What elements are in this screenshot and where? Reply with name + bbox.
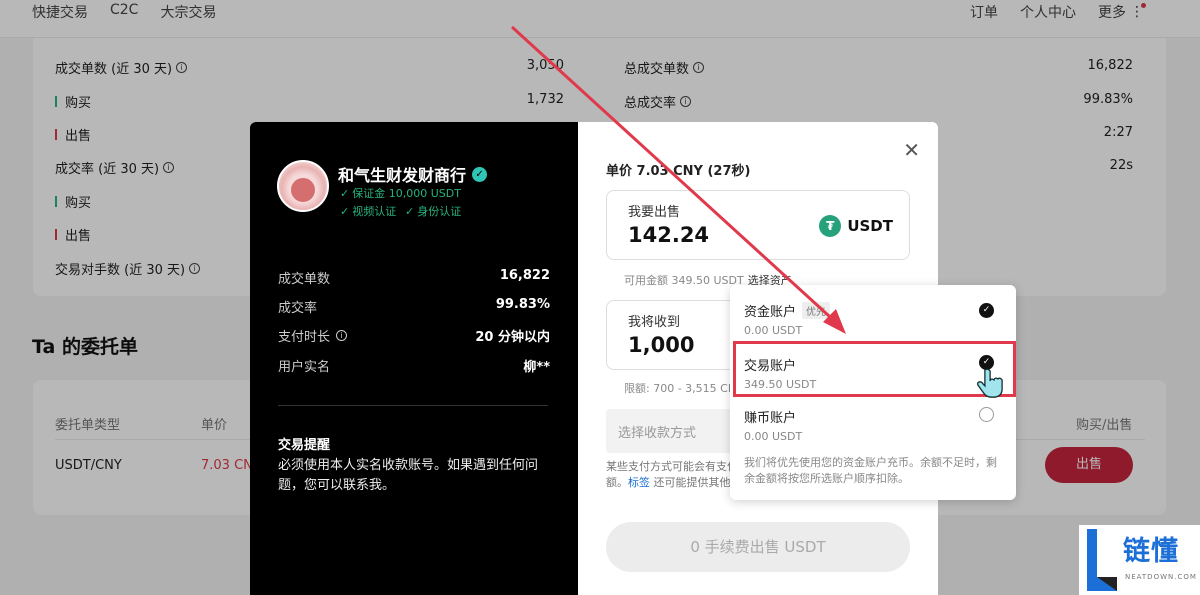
video-auth-text: 视频认证	[352, 205, 397, 218]
reminder-title: 交易提醒	[278, 438, 331, 453]
account-name: 资金账户	[744, 305, 797, 320]
check-icon: ✓	[405, 205, 415, 218]
sell-amount-input[interactable]: 我要出售 142.24 ₮ USDT	[606, 190, 910, 260]
watermark-sub: NEATDOWN.COM	[1125, 573, 1197, 581]
close-icon[interactable]: ✕	[903, 138, 920, 162]
merchant-name: 和气生财发财商行	[338, 166, 467, 185]
check-icon: ✓	[340, 205, 350, 218]
merchant-avatar	[277, 160, 329, 212]
check-icon: ✓	[340, 187, 350, 200]
receive-amount-value[interactable]: 1,000	[628, 333, 694, 357]
id-auth-text: 身份认证	[417, 205, 462, 218]
payment-tag-link[interactable]: 标签	[628, 476, 650, 489]
checked-icon[interactable]: ✓	[979, 303, 994, 318]
video-auth-tag: ✓ 视频认证	[340, 203, 396, 219]
watermark: 链懂 NEATDOWN.COM	[1079, 525, 1200, 595]
merchant-stat-value: 柳**	[523, 360, 550, 375]
payment-note-text: 额。	[606, 476, 628, 489]
sell-currency-label: USDT	[847, 217, 893, 235]
watermark-text: 链懂	[1123, 536, 1179, 567]
merchant-stat-label: 成交率	[278, 301, 318, 316]
payment-note-text: 某些支付方式可能会有支付	[606, 460, 738, 473]
unit-price: 单价 7.03 CNY (27秒)	[606, 164, 751, 179]
account-balance: 0.00 USDT	[744, 324, 803, 337]
account-option-funding[interactable]: 资金账户 优先 0.00 USDT	[744, 301, 831, 337]
receive-amount-label: 我将收到	[628, 315, 681, 330]
sell-currency: ₮ USDT	[819, 215, 893, 237]
payment-note-text: 还可能提供其他	[653, 476, 731, 489]
divider	[278, 405, 548, 406]
priority-badge: 优先	[802, 302, 831, 319]
reminder-text: 必须使用本人实名收款账号。如果遇到任何问题，您可以联系我。	[278, 458, 539, 493]
deposit-text: 保证金 10,000 USDT	[352, 187, 461, 200]
merchant-panel: 和气生财发财商行 ✓ ✓ 保证金 10,000 USDT ✓ 视频认证 ✓ 身份认证 …	[250, 122, 578, 595]
merchant-stat-label: 用户实名	[278, 360, 331, 375]
merchant-stat-value: 99.83%	[495, 297, 550, 312]
account-balance: 0.00 USDT	[744, 430, 803, 443]
sell-amount-label: 我要出售	[628, 205, 681, 220]
merchant-stat-label: 支付时长	[278, 330, 331, 345]
highlight-box	[733, 341, 1016, 397]
merchant-stat-value: 20 分钟以内	[475, 330, 550, 345]
merchant-name-row: 和气生财发财商行 ✓	[338, 162, 488, 186]
id-auth-tag: ✓ 身份认证	[405, 203, 461, 219]
logo-icon	[1087, 529, 1117, 591]
submit-sell-button[interactable]: 0 手续费出售 USDT	[606, 522, 910, 572]
info-icon[interactable]: i	[336, 330, 348, 341]
account-option-earn[interactable]: 赚币账户 0.00 USDT	[744, 407, 802, 443]
usdt-icon: ₮	[819, 215, 842, 237]
dropdown-note: 我们将优先使用您的资金账户充币。余额不足时，剩余金额将按您所选账户顺序扣除。	[744, 456, 997, 485]
unchecked-icon[interactable]	[979, 407, 994, 422]
deposit-tag: ✓ 保证金 10,000 USDT	[340, 185, 461, 201]
merchant-stat-value: 16,822	[499, 268, 550, 283]
sell-amount-value[interactable]: 142.24	[628, 223, 709, 247]
merchant-stat-label: 成交单数	[278, 272, 331, 287]
limit-text: 限额: 700 - 3,515 CNY	[624, 382, 743, 395]
hand-cursor-icon	[977, 368, 1003, 398]
verified-badge-icon: ✓	[472, 166, 488, 182]
account-name: 赚币账户	[744, 411, 797, 426]
available-text: 可用金额 349.50 USDT	[624, 274, 744, 287]
merchant-stat-row: 支付时长 i	[278, 326, 348, 345]
